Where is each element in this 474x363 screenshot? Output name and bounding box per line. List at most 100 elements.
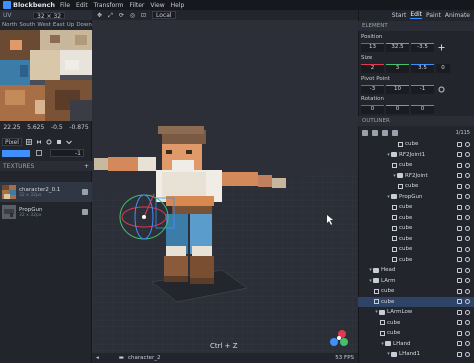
mode-tab-edit[interactable]: Edit xyxy=(410,11,422,19)
outliner-cube-row[interactable]: cube xyxy=(358,244,474,255)
face-tab-north[interactable]: North xyxy=(2,22,17,28)
visibility-icon[interactable] xyxy=(465,173,470,179)
outliner-cube-row[interactable]: cube xyxy=(358,202,474,213)
outliner-cube-row[interactable]: cube xyxy=(358,328,474,339)
outliner-group-row[interactable]: ▾ Head xyxy=(358,265,474,276)
pivot-x-input[interactable]: -3 xyxy=(361,85,384,94)
lock-icon[interactable] xyxy=(457,299,462,305)
pivot-z-input[interactable]: -1 xyxy=(411,85,434,94)
lock-icon[interactable] xyxy=(457,257,462,263)
position-x-input[interactable]: 13 xyxy=(361,43,384,52)
visibility-icon[interactable] xyxy=(465,236,470,242)
outliner-group-row[interactable]: ▾ RF2Joint1 xyxy=(358,150,474,161)
face-tab-west[interactable]: West xyxy=(37,22,51,28)
lock-icon[interactable] xyxy=(457,183,462,189)
visibility-icon[interactable] xyxy=(465,152,470,158)
visibility-icon[interactable] xyxy=(465,215,470,221)
visibility-icon[interactable] xyxy=(465,351,470,357)
pivot-y-input[interactable]: 10 xyxy=(386,85,409,94)
outliner-cube-row[interactable]: cube xyxy=(358,139,474,150)
lock-icon[interactable] xyxy=(457,204,462,210)
gear-icon[interactable] xyxy=(46,139,52,145)
menu-edit[interactable]: Edit xyxy=(76,2,88,9)
lock-icon[interactable] xyxy=(457,173,462,179)
uv-texture-canvas[interactable] xyxy=(0,30,92,121)
outliner-group-row[interactable]: ▾ LHand xyxy=(358,339,474,350)
lock-icon[interactable] xyxy=(457,246,462,252)
uv-coord-2[interactable]: 5.625 xyxy=(27,124,44,134)
visibility-icon[interactable] xyxy=(465,141,470,147)
brush-color-swatch[interactable] xyxy=(2,149,30,157)
menu-transform[interactable]: Transform xyxy=(94,2,124,9)
menu-filter[interactable]: Filter xyxy=(130,2,145,9)
brush-mode-select[interactable]: Pixel xyxy=(2,137,22,146)
move-icon[interactable]: ✥ xyxy=(96,12,103,19)
face-tab-east[interactable]: East xyxy=(53,22,65,28)
uv-coord-4[interactable]: -0.875 xyxy=(69,124,88,134)
rotation-x-input[interactable]: 0 xyxy=(361,105,384,114)
visibility-icon[interactable] xyxy=(465,246,470,252)
add-cube-icon[interactable] xyxy=(362,130,368,136)
visibility-icon[interactable] xyxy=(465,299,470,305)
size-z-input[interactable]: 3.5 xyxy=(411,64,434,73)
lock-icon[interactable] xyxy=(457,351,462,357)
visibility-icon[interactable] xyxy=(465,267,470,273)
lock-icon[interactable] xyxy=(457,162,462,168)
menu-view[interactable]: View xyxy=(150,2,164,9)
rotation-z-input[interactable]: 0 xyxy=(411,105,434,114)
lock-icon[interactable] xyxy=(457,278,462,284)
position-y-input[interactable]: 32.5 xyxy=(386,43,409,52)
lock-icon[interactable] xyxy=(457,194,462,200)
visibility-icon[interactable] xyxy=(465,257,470,263)
lock-icon[interactable] xyxy=(457,152,462,158)
mirror-icon[interactable] xyxy=(36,139,42,145)
lock-icon[interactable] xyxy=(457,267,462,273)
outliner-cube-row[interactable]: cube xyxy=(358,255,474,266)
size-y-input[interactable]: 3 xyxy=(386,64,409,73)
dropdown-icon[interactable] xyxy=(66,139,72,145)
outliner-group-row[interactable]: ▾ LHand1 xyxy=(358,349,474,360)
opacity-checkbox[interactable] xyxy=(36,150,42,156)
lock-icon[interactable] xyxy=(457,288,462,294)
visibility-icon[interactable] xyxy=(465,320,470,326)
uv-coord-1[interactable]: 22.25 xyxy=(3,124,20,134)
visibility-icon[interactable] xyxy=(465,330,470,336)
lock-icon[interactable] xyxy=(457,330,462,336)
outliner-group-row[interactable]: ▾ PropGun xyxy=(358,192,474,203)
mode-tab-animate[interactable]: Animate xyxy=(445,12,470,19)
center-pivot-icon[interactable] xyxy=(438,86,445,93)
resize-icon[interactable]: ⤢ xyxy=(107,12,114,19)
lock-icon[interactable] xyxy=(457,320,462,326)
uv-coord-3[interactable]: -0.5 xyxy=(51,124,63,134)
space-mode-select[interactable]: Local xyxy=(152,11,176,19)
outliner-group-row[interactable]: ▾ LArmLow xyxy=(358,307,474,318)
outliner-cube-row[interactable]: cube xyxy=(358,234,474,245)
visibility-icon[interactable] xyxy=(465,194,470,200)
inflate-input[interactable]: 0 xyxy=(436,64,450,73)
outliner-cube-row[interactable]: cube xyxy=(358,318,474,329)
visibility-icon[interactable] xyxy=(465,309,470,315)
vertex-snap-icon[interactable]: ⊡ xyxy=(140,12,147,19)
save-icon[interactable] xyxy=(82,209,88,215)
lock-icon[interactable] xyxy=(457,236,462,242)
outliner-cube-row[interactable]: cube xyxy=(358,296,474,307)
mode-tab-start[interactable]: Start xyxy=(392,12,407,19)
3d-viewport[interactable]: Ctrl + Z xyxy=(92,20,358,353)
outliner-group-row[interactable]: ▾ LArm xyxy=(358,276,474,287)
texture-item[interactable]: character2_0.1 32 x 32px xyxy=(0,182,92,202)
lock-icon[interactable] xyxy=(457,215,462,221)
face-tab-down[interactable]: Down xyxy=(76,22,92,28)
face-tab-south[interactable]: South xyxy=(19,22,35,28)
visibility-icon[interactable] xyxy=(465,162,470,168)
visibility-icon[interactable] xyxy=(465,225,470,231)
lock-icon[interactable] xyxy=(457,309,462,315)
mode-tab-paint[interactable]: Paint xyxy=(426,12,441,19)
lock-icon[interactable] xyxy=(457,141,462,147)
texture-item[interactable]: PropGun 32 x 32px xyxy=(0,202,92,222)
outliner-cube-row[interactable]: cube xyxy=(358,213,474,224)
face-tab-up[interactable]: Up xyxy=(67,22,75,28)
rotate-icon[interactable]: ⟳ xyxy=(118,12,125,19)
menu-help[interactable]: Help xyxy=(171,2,185,9)
visibility-icon[interactable] xyxy=(465,341,470,347)
lock-icon[interactable] xyxy=(457,341,462,347)
